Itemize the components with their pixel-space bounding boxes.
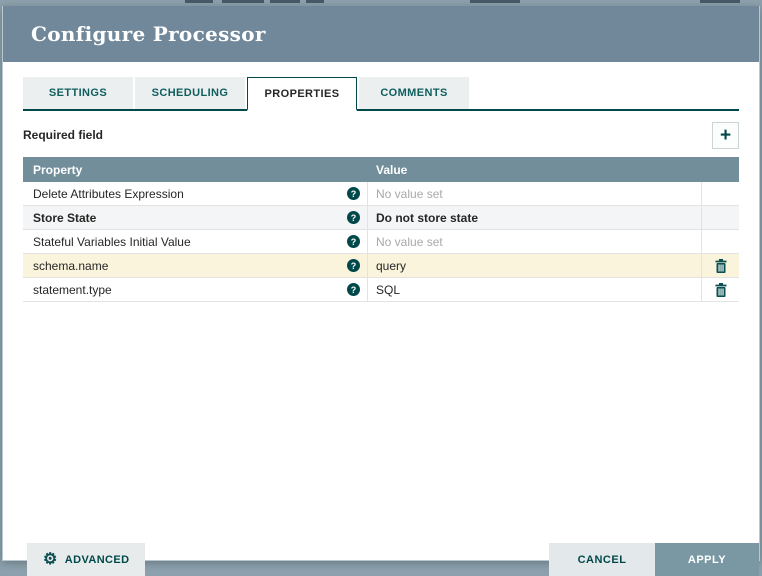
column-header-property: Property (33, 162, 83, 177)
delete-cell (702, 278, 739, 301)
value-cell[interactable]: query (368, 254, 702, 277)
property-name: statement.type (33, 282, 112, 297)
properties-table-header: Property Value (23, 157, 739, 182)
dialog-title: Configure Processor (31, 22, 266, 46)
delete-cell (702, 206, 739, 229)
property-name: Stateful Variables Initial Value (33, 234, 191, 249)
table-row: Stateful Variables Initial Value ? No va… (23, 230, 739, 254)
dialog-actions: CANCEL APPLY (549, 543, 759, 576)
property-value: query (376, 258, 407, 273)
required-field-label: Required field (23, 128, 104, 142)
value-cell[interactable]: Do not store state (368, 206, 702, 229)
property-cell: Stateful Variables Initial Value ? (23, 230, 368, 253)
trash-icon[interactable] (715, 258, 727, 273)
property-name: Delete Attributes Expression (33, 186, 184, 201)
property-name: schema.name (33, 258, 109, 273)
value-cell[interactable]: No value set (368, 182, 702, 205)
property-cell: Delete Attributes Expression ? (23, 182, 368, 205)
tab-scheduling[interactable]: SCHEDULING (135, 77, 245, 109)
property-name: Store State (33, 210, 97, 225)
background-artifact (470, 0, 520, 3)
help-icon[interactable]: ? (347, 283, 360, 296)
delete-cell (702, 230, 739, 253)
properties-table: Property Value Delete Attributes Express… (23, 157, 739, 302)
table-row: Delete Attributes Expression ? No value … (23, 182, 739, 206)
apply-button[interactable]: APPLY (655, 543, 759, 576)
advanced-button-label: ADVANCED (64, 553, 130, 566)
property-cell: statement.type ? (23, 278, 368, 301)
help-icon[interactable]: ? (347, 187, 360, 200)
properties-table-body: Delete Attributes Expression ? No value … (23, 182, 739, 302)
background-artifact (222, 0, 264, 3)
help-icon[interactable]: ? (347, 235, 360, 248)
tab-comments[interactable]: COMMENTS (359, 77, 469, 109)
table-row: statement.type ? SQL (23, 278, 739, 302)
help-icon[interactable]: ? (347, 211, 360, 224)
add-property-button[interactable]: + (712, 121, 739, 149)
property-value: No value set (376, 186, 443, 201)
delete-cell (702, 254, 739, 277)
property-value: Do not store state (376, 210, 479, 225)
dialog-body: SETTINGS SCHEDULING PROPERTIES COMMENTS … (3, 77, 759, 576)
background-artifact (700, 0, 740, 3)
background-artifact (185, 0, 213, 3)
property-cell: Store State ? (23, 206, 368, 229)
property-cell: schema.name ? (23, 254, 368, 277)
advanced-button[interactable]: ⚙ ADVANCED (27, 543, 146, 576)
background-artifact (306, 0, 324, 3)
tab-properties[interactable]: PROPERTIES (247, 77, 357, 111)
tab-bar: SETTINGS SCHEDULING PROPERTIES COMMENTS (23, 77, 739, 111)
table-row: Store State ? Do not store state (23, 206, 739, 230)
dialog-header: Configure Processor (3, 6, 759, 62)
property-value: SQL (376, 282, 401, 297)
value-cell[interactable]: No value set (368, 230, 702, 253)
delete-cell (702, 182, 739, 205)
cancel-button[interactable]: CANCEL (549, 543, 655, 576)
column-header-value: Value (376, 162, 408, 177)
trash-icon[interactable] (715, 282, 727, 297)
value-cell[interactable]: SQL (368, 278, 702, 301)
configure-processor-dialog: Configure Processor SETTINGS SCHEDULING … (2, 6, 760, 576)
help-icon[interactable]: ? (347, 259, 360, 272)
property-value: No value set (376, 234, 443, 249)
gear-icon: ⚙ (43, 550, 58, 568)
tab-settings[interactable]: SETTINGS (23, 77, 133, 109)
plus-icon: + (719, 124, 732, 146)
table-toolbar: Required field + (23, 121, 739, 149)
table-row: schema.name ? query (23, 254, 739, 278)
background-artifact (270, 0, 300, 3)
